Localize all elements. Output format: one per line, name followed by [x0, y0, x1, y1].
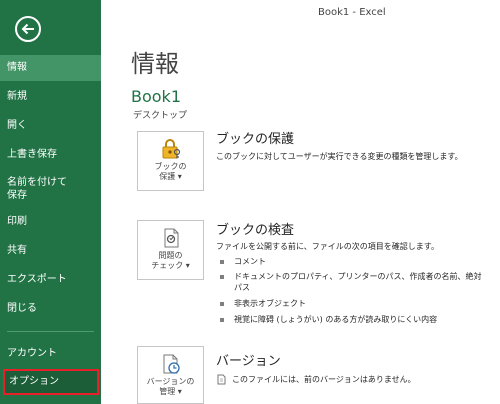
- document-icon: [217, 374, 226, 385]
- lock-key-icon: [162, 139, 180, 159]
- document-name: Book1: [131, 87, 181, 106]
- page-title: 情報: [131, 50, 179, 78]
- versions-title: バージョン: [216, 354, 281, 369]
- list-item: 視覚に障碍 (しょうがい) のある方が読み取りにくい内容: [220, 313, 484, 326]
- versions-note: このファイルには、前のバージョンはありません。: [216, 374, 416, 385]
- inspect-workbook-title: ブックの検査: [216, 223, 295, 238]
- sidebar-item-new[interactable]: 新規: [0, 84, 101, 110]
- window-title: Book1 - Excel: [318, 7, 386, 18]
- protect-workbook-button[interactable]: ブックの 保護 ▾: [137, 131, 204, 191]
- sidebar-item-save[interactable]: 上書き保存: [0, 142, 101, 168]
- backstage-sidebar: 情報 新規 開く 上書き保存 名前を付けて 保存 印刷 共有 エクスポート 閉じ…: [0, 0, 101, 404]
- sidebar-item-save-as[interactable]: 名前を付けて 保存: [0, 171, 101, 207]
- sidebar-item-export[interactable]: エクスポート: [0, 267, 101, 293]
- back-arrow-icon[interactable]: [15, 16, 41, 42]
- check-for-issues-button-label: 問題の チェック ▾: [151, 251, 190, 270]
- inspect-items-list: コメント ドキュメントのプロパティ、プリンターのパス、作成者の名前、絶対パス 非…: [220, 255, 484, 326]
- sidebar-divider: [7, 331, 94, 332]
- sidebar-item-close[interactable]: 閉じる: [0, 296, 101, 322]
- sidebar-item-open[interactable]: 開く: [0, 113, 101, 139]
- inspect-workbook-description: ファイルを公開する前に、ファイルの次の項目を確認します。: [216, 242, 439, 251]
- protect-workbook-description: このブックに対してユーザーが実行できる変更の種類を管理します。: [216, 152, 463, 161]
- list-item: コメント: [220, 255, 484, 268]
- document-clock-icon: [163, 354, 180, 374]
- check-for-issues-button[interactable]: 問題の チェック ▾: [137, 220, 204, 280]
- document-location: デスクトップ: [133, 111, 188, 121]
- list-item: ドキュメントのプロパティ、プリンターのパス、作成者の名前、絶対パス: [220, 270, 484, 294]
- bullet-icon: [220, 302, 224, 306]
- sidebar-item-share[interactable]: 共有: [0, 238, 101, 264]
- protect-workbook-button-label: ブックの 保護 ▾: [154, 162, 187, 181]
- bullet-icon: [220, 318, 224, 322]
- manage-versions-button-label: バージョンの 管理 ▾: [146, 377, 195, 396]
- sidebar-item-print[interactable]: 印刷: [0, 209, 101, 235]
- sidebar-item-info[interactable]: 情報: [0, 55, 101, 81]
- list-item: 非表示オブジェクト: [220, 297, 484, 310]
- sidebar-item-account[interactable]: アカウント: [0, 341, 101, 367]
- sidebar-item-options[interactable]: オプション: [3, 369, 99, 395]
- manage-versions-button[interactable]: バージョンの 管理 ▾: [137, 346, 204, 404]
- inspect-document-icon: [164, 228, 178, 248]
- protect-workbook-title: ブックの保護: [216, 132, 295, 147]
- bullet-icon: [220, 275, 224, 279]
- bullet-icon: [220, 260, 224, 264]
- versions-note-text: このファイルには、前のバージョンはありません。: [232, 375, 416, 384]
